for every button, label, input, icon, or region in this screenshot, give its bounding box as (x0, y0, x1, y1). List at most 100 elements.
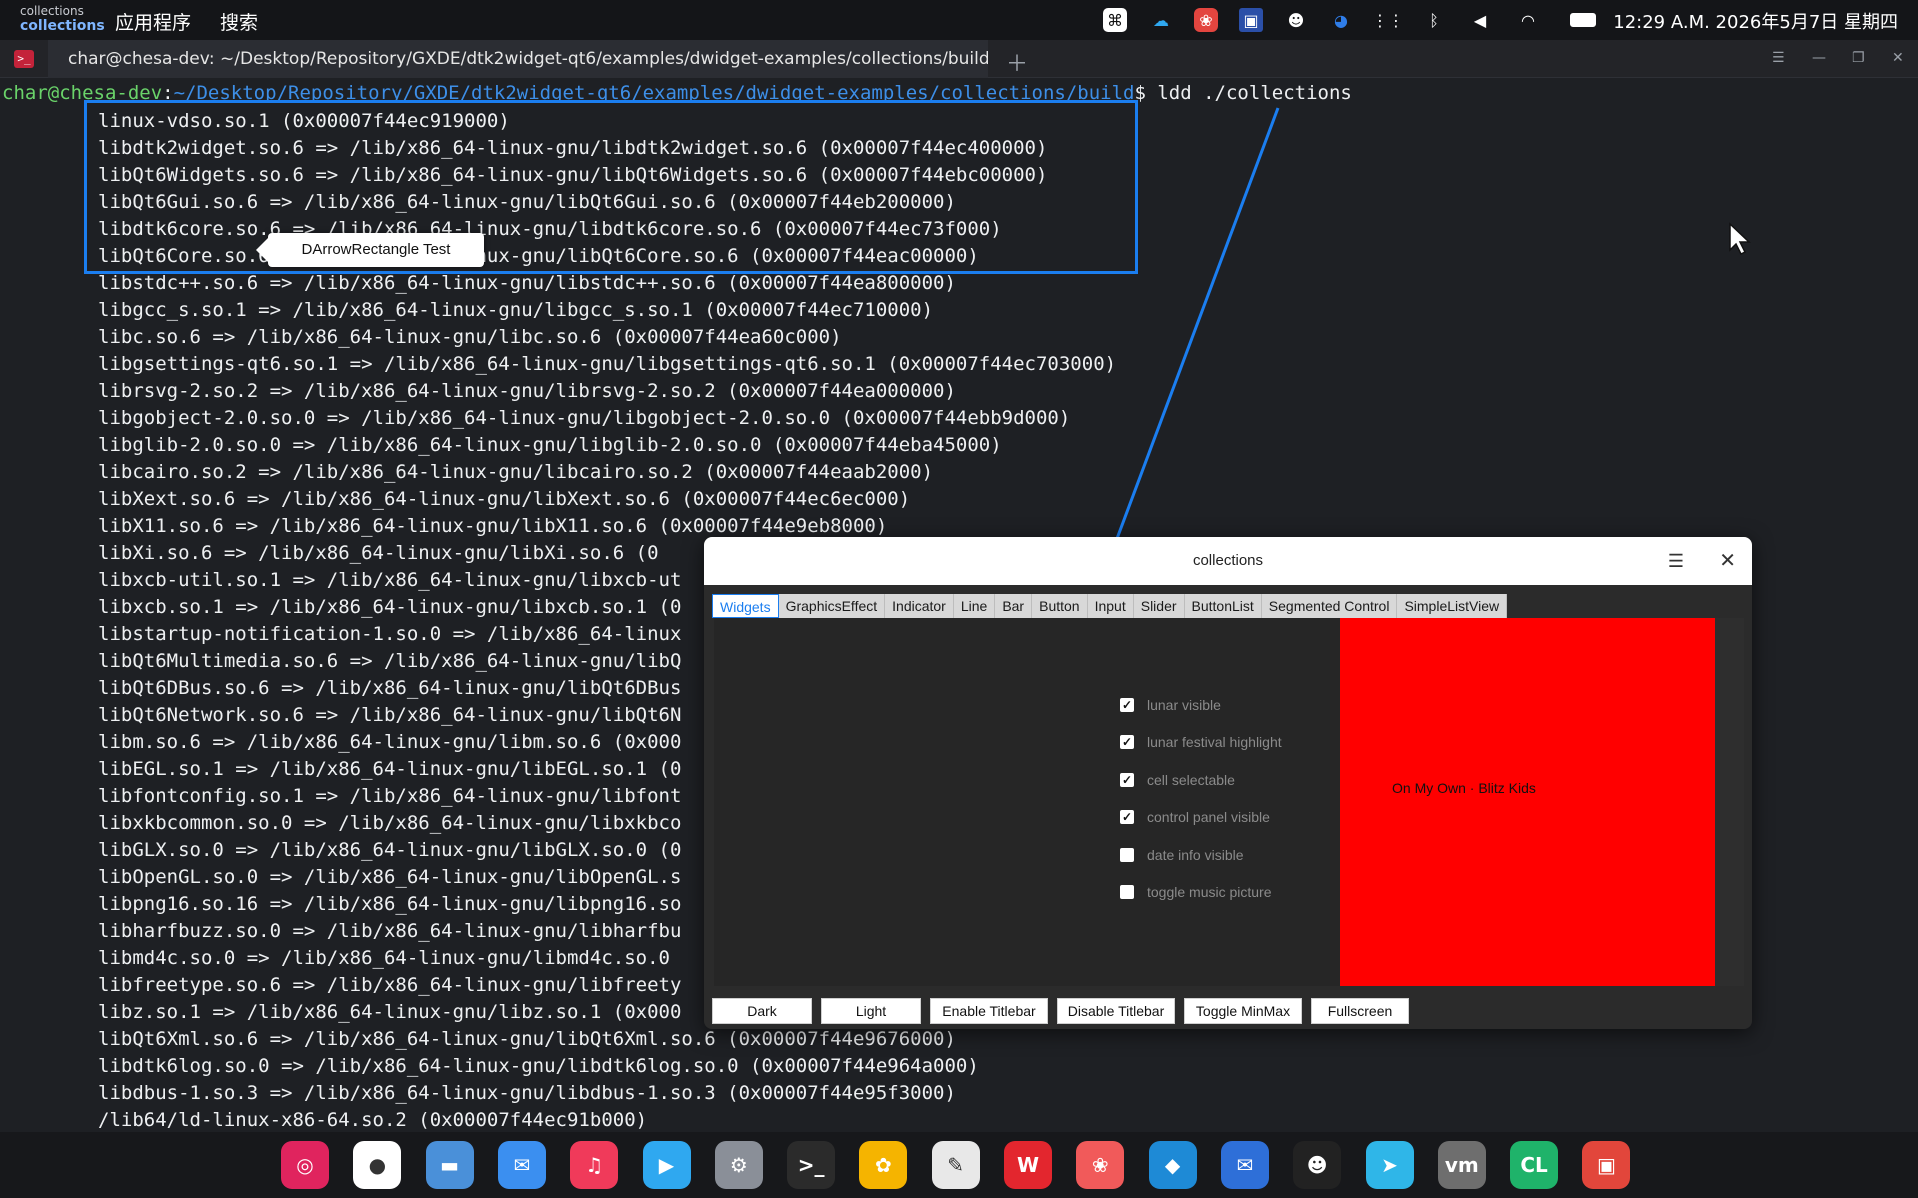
tab-slider[interactable]: Slider (1134, 594, 1185, 618)
terminal-icon[interactable]: >_ (787, 1141, 836, 1189)
files-icon[interactable]: ▬ (425, 1141, 474, 1189)
calendar-options: ✓ lunar visible ✓ lunar festival highlight ✓… (1120, 686, 1282, 911)
fullscreen-button[interactable]: Fullscreen (1311, 998, 1409, 1024)
photos-icon[interactable]: ✿ (859, 1141, 908, 1189)
app-icon[interactable]: ▣ (1582, 1141, 1631, 1189)
menu-search[interactable]: 搜索 (220, 8, 258, 35)
disable-titlebar-button[interactable]: Disable Titlebar (1057, 998, 1175, 1024)
system-top-bar: collections collections 应用程序 搜索 ⌘ ☁ ❀ ▣ … (0, 0, 1918, 40)
checkbox-unchecked-icon[interactable] (1120, 847, 1134, 862)
checkbox-row[interactable]: ✓ control panel visible (1120, 799, 1282, 837)
wps-icon[interactable]: W (1004, 1141, 1052, 1189)
checkbox-checked-icon[interactable]: ✓ (1120, 772, 1134, 787)
output-line: libgcc_s.so.1 => /lib/x86_64-linux-gnu/l… (98, 299, 934, 321)
mail-client-icon[interactable]: ✉ (1220, 1141, 1269, 1189)
checkbox-row[interactable]: ✓ lunar festival highlight (1120, 724, 1282, 762)
command-icon[interactable]: ⌘ (1103, 8, 1127, 32)
vscode-icon[interactable]: ◆ (1148, 1141, 1197, 1189)
active-app-small-label: collections (20, 4, 84, 18)
checkbox-label: lunar visible (1147, 696, 1221, 713)
terminal-tab-bar: >_ char@chesa-dev: ~/Desktop/Repository/… (0, 40, 1918, 78)
penguin-icon[interactable]: ☻ (1284, 8, 1308, 32)
screen-icon[interactable]: ▣ (1239, 8, 1263, 32)
collections-tabs: Widgets GraphicsEffect Indicator Line Bar But… (712, 594, 1508, 618)
close-icon[interactable]: ✕ (1892, 50, 1904, 66)
settings-icon[interactable]: ⚙ (714, 1141, 763, 1189)
volume-icon[interactable]: ◀ (1468, 8, 1492, 32)
tab-bar[interactable]: Bar (995, 594, 1033, 618)
menu-icon[interactable]: ☰ (1772, 50, 1785, 66)
music-icon[interactable]: ♫ (570, 1141, 619, 1189)
new-tab-icon[interactable]: ＋ (1006, 46, 1028, 78)
output-line: libgsettings-qt6.so.1 => /lib/x86_64-lin… (98, 353, 1117, 375)
app-store-icon[interactable]: ❀ (1076, 1141, 1125, 1189)
window-close-icon[interactable]: ✕ (1719, 537, 1736, 585)
menu-applications[interactable]: 应用程序 (115, 8, 191, 35)
output-line: libQt6Xml.so.6 => /lib/x86_64-linux-gnu/… (98, 1028, 956, 1050)
terminal-app-icon: >_ (14, 50, 34, 68)
checkbox-row[interactable]: toggle music picture (1120, 874, 1282, 912)
collections-window: collections ☰ ✕ Widgets GraphicsEffect Ind… (704, 537, 1752, 1029)
tab-indicator[interactable]: Indicator (885, 594, 954, 618)
checkbox-checked-icon[interactable]: ✓ (1120, 697, 1134, 712)
mail-icon[interactable]: ✉ (497, 1141, 546, 1189)
tab-input[interactable]: Input (1088, 594, 1134, 618)
checkbox-label: date info visible (1147, 846, 1244, 863)
dark-button[interactable]: Dark (712, 998, 812, 1024)
music-picture-panel: On My Own · Blitz Kids (1340, 618, 1715, 986)
checkbox-row[interactable]: ✓ lunar visible (1120, 686, 1282, 724)
output-line: libdtk6log.so.0 => /lib/x86_64-linux-gnu… (98, 1055, 979, 1077)
checkbox-row[interactable]: ✓ cell selectable (1120, 761, 1282, 799)
output-line: libXext.so.6 => /lib/x86_64-linux-gnu/li… (98, 488, 911, 510)
checkbox-checked-icon[interactable]: ✓ (1120, 810, 1134, 825)
theme-buttons: Dark Light Enable Titlebar Disable Titlebar… (712, 998, 1418, 1024)
vmware-icon[interactable]: vm (1437, 1141, 1486, 1189)
restore-icon[interactable]: ❐ (1852, 50, 1865, 66)
qq-icon[interactable]: ☻ (1293, 1141, 1342, 1189)
bluetooth-icon[interactable]: ᛒ (1422, 8, 1446, 32)
tab-button[interactable]: Button (1032, 594, 1088, 618)
video-icon[interactable]: ▶ (642, 1141, 691, 1189)
output-line: libcairo.so.2 => /lib/x86_64-linux-gnu/l… (98, 461, 934, 483)
widgets-page: ✓ lunar visible ✓ lunar festival highlight ✓… (714, 618, 1744, 986)
battery-icon[interactable] (1568, 8, 1598, 32)
checkbox-row[interactable]: date info visible (1120, 836, 1282, 874)
cloud-icon[interactable]: ☁ (1149, 8, 1173, 32)
light-button[interactable]: Light (821, 998, 921, 1024)
text-editor-icon[interactable]: ✎ (931, 1141, 980, 1189)
chrome-icon[interactable]: ◕ (1329, 8, 1353, 32)
tab-simplelistview[interactable]: SimpleListView (1397, 594, 1508, 618)
active-app-label: collections (20, 18, 105, 34)
feishu-icon[interactable]: ➤ (1365, 1141, 1414, 1189)
tab-segmented-control[interactable]: Segmented Control (1262, 594, 1398, 618)
grid-icon[interactable]: ⋮⋮ (1372, 8, 1404, 32)
wifi-icon[interactable]: ◠ (1516, 8, 1540, 32)
terminal-tab[interactable]: char@chesa-dev: ~/Desktop/Repository/GXD… (48, 40, 988, 78)
checkbox-label: lunar festival highlight (1147, 734, 1282, 751)
window-title: collections (1192, 552, 1264, 569)
output-line: libdbus-1.so.3 => /lib/x86_64-linux-gnu/… (98, 1082, 956, 1104)
output-line: /lib64/ld-linux-x86-64.so.2 (0x00007f44e… (98, 1109, 648, 1131)
clion-icon[interactable]: CL (1510, 1141, 1559, 1189)
clock[interactable]: 12:29 A.M. 2026年5月7日 星期四 (1613, 8, 1898, 34)
checkbox-checked-icon[interactable]: ✓ (1120, 735, 1134, 750)
panel-scroll-strip (1715, 618, 1744, 986)
chrome-icon[interactable]: ● (353, 1141, 402, 1189)
arrow-rectangle-tooltip: DArrowRectangle Test (256, 233, 484, 267)
highlight-box (84, 100, 1138, 274)
enable-titlebar-button[interactable]: Enable Titlebar (930, 998, 1048, 1024)
active-app-name[interactable]: collections collections (20, 4, 105, 34)
tab-graphicseffect[interactable]: GraphicsEffect (779, 594, 886, 618)
tab-line[interactable]: Line (954, 594, 996, 618)
tab-widgets[interactable]: Widgets (712, 594, 779, 618)
tab-buttonlist[interactable]: ButtonList (1185, 594, 1262, 618)
launcher-icon[interactable]: ◎ (281, 1141, 329, 1189)
checkbox-label: control panel visible (1147, 809, 1270, 826)
app-store-icon[interactable]: ❀ (1194, 8, 1218, 32)
toggle-minmax-button[interactable]: Toggle MinMax (1184, 998, 1302, 1024)
collections-titlebar[interactable]: collections ☰ ✕ (704, 537, 1752, 585)
window-menu-icon[interactable]: ☰ (1668, 537, 1684, 585)
minimize-icon[interactable]: — (1812, 50, 1826, 66)
output-line: libstdc++.so.6 => /lib/x86_64-linux-gnu/… (98, 272, 956, 294)
checkbox-unchecked-icon[interactable] (1120, 885, 1134, 900)
